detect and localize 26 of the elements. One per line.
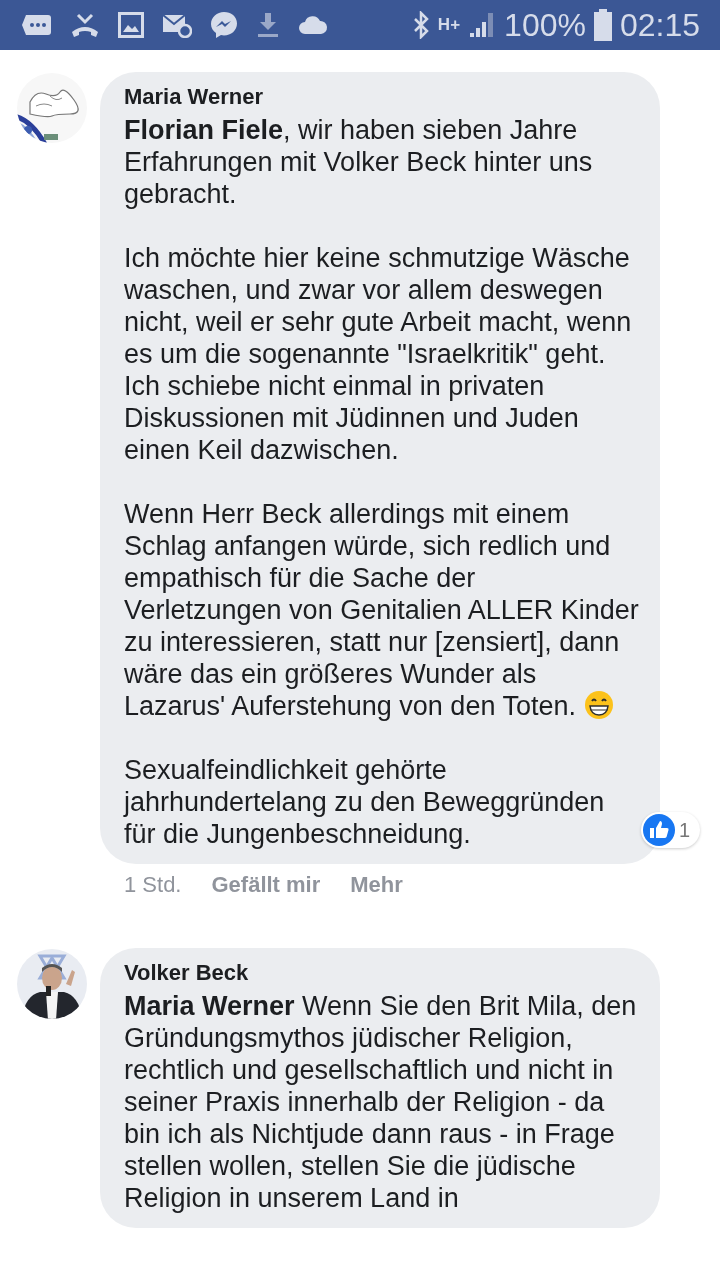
- comment-text: Sexualfeindlichkeit gehörte jahrhundertelang zu den Beweggründen für die Jungenbeschneidung.: [124, 754, 606, 850]
- missed-call-icon: [70, 12, 100, 38]
- battery-icon: [593, 9, 612, 41]
- action-link[interactable]: Gefällt mir: [211, 872, 321, 898]
- comment-text: Ich möchte hier keine schmutzige Wäsche waschen, und zwar vor allem deswegen nicht, weil er sehr gute Arbeit macht, wenn es um die sogenannte "Israelkritik" geht. Ich schiebe nicht einmal in privaten Diskussionen mit Jüdinnen und Juden einen Keil dazwischen.: [124, 242, 633, 466]
- cloud-icon: [298, 15, 328, 35]
- messenger-icon: [210, 11, 238, 39]
- like-icon: [642, 814, 675, 846]
- battery-level: 100%: [504, 6, 586, 44]
- author-name[interactable]: Volker Beck: [124, 960, 640, 986]
- clock: 02:15: [619, 6, 700, 44]
- image-icon: [118, 12, 144, 38]
- comment-text: Wenn Herr Beck allerdings mit einem Schlag anfangen würde, sich redlich und empathisch für die Sache der Verletzungen von Genitalien ALLER Kinder zu interessieren, statt nur [zensiert], dann wäre das ein größeres Wunder als Lazarus' Auferstehung von den Toten.: [124, 498, 640, 722]
- author-name[interactable]: Maria Werner: [124, 84, 640, 110]
- network-type: H+: [437, 15, 461, 35]
- timestamp: 1 Std.: [124, 872, 182, 898]
- email-icon: [162, 12, 192, 38]
- bluetooth-icon: [411, 11, 430, 39]
- comment-text: Maria Werner Wenn Sie den Brit Mila, den Gründungsmythos jüdischer Religion, rechtlich und gesellschaftlich und nicht in seiner Praxis innerhalb der Religion - da bin ich als Nichtjude dann raus - in Frage stellen wollen, stellen Sie die jüdische Religion in unserem Land in: [124, 990, 638, 1214]
- reaction-badge[interactable]: 1: [640, 812, 700, 848]
- reaction-count: 1: [678, 818, 690, 842]
- grinning-face-icon: [583, 690, 614, 720]
- action-link[interactable]: Mehr: [350, 872, 403, 898]
- comment-text: Florian Fiele, wir haben sieben Jahre Erfahrungen mit Volker Beck hinter uns gebracht.: [124, 114, 594, 210]
- download-icon: [256, 12, 280, 38]
- chat-bubble-icon: [22, 13, 52, 37]
